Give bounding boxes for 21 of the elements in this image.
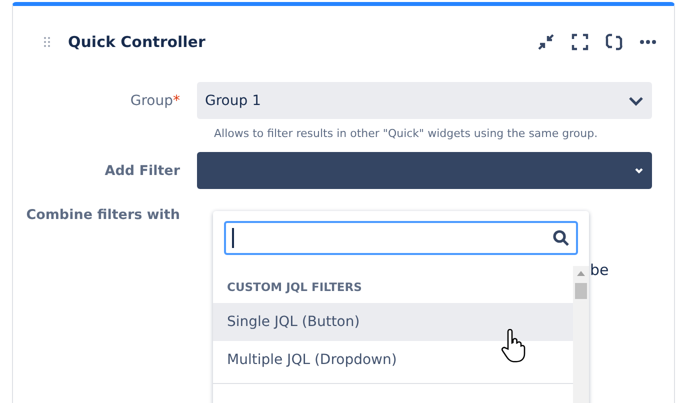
menu-item[interactable]: Multiple JQL (Dropdown) [213, 341, 573, 379]
hand-cursor-icon [500, 329, 526, 363]
widget-title: Quick Controller [68, 33, 206, 51]
drag-handle-icon[interactable] [43, 36, 51, 48]
chevron-down-icon [634, 166, 644, 176]
scrollbar[interactable] [573, 266, 589, 403]
partial-text: be [590, 261, 609, 279]
text-cursor-icon [232, 228, 234, 248]
collapse-arrows-icon[interactable] [536, 32, 556, 52]
group-select[interactable]: Group 1 [197, 82, 652, 119]
combine-label: Combine filters with [25, 207, 181, 223]
search-icon [552, 229, 570, 247]
search-field[interactable] [224, 221, 578, 255]
menu-item[interactable]: Single JQL (Button) [213, 303, 573, 341]
scrollbar-thumb[interactable] [575, 283, 587, 299]
section-heading: CUSTOM JQL FILTERS [226, 279, 363, 296]
scroll-up-arrow-icon[interactable] [577, 271, 585, 276]
add-filter-label: Add Filter [104, 162, 181, 178]
fullscreen-icon[interactable] [570, 32, 590, 52]
group-label: Group* [129, 92, 181, 108]
help-text: Allows to filter results in other "Quick" widgets using the same group. [214, 127, 599, 140]
